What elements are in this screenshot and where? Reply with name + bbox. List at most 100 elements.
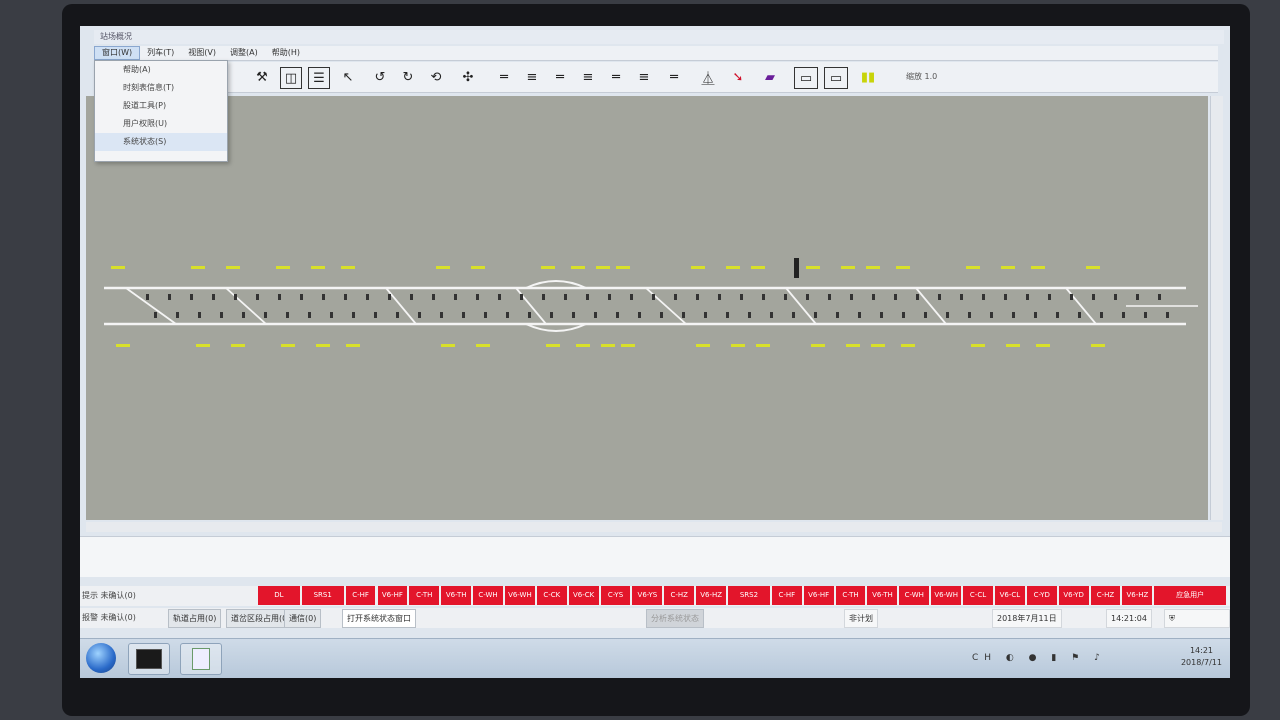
platform-marker-bottom	[621, 344, 635, 347]
alarm-indicator[interactable]: V6-YD	[1058, 586, 1089, 605]
track-layout-canvas[interactable]	[86, 96, 1208, 520]
signal-mark	[1004, 294, 1007, 300]
app-file-icon[interactable]	[180, 643, 222, 675]
alarm-indicator[interactable]: C-HF	[345, 586, 376, 605]
analyze-status-button[interactable]: 分析系统状态	[646, 609, 704, 628]
signal-mark	[784, 294, 787, 300]
track-5-icon[interactable]: ═	[606, 67, 626, 87]
menu-help[interactable]: 帮助(H)	[265, 46, 307, 60]
platform-marker-bottom	[441, 344, 455, 347]
menu-window[interactable]: 窗口(W)	[94, 46, 141, 60]
signal-mark	[608, 294, 611, 300]
platform-marker-top	[726, 266, 740, 269]
route-a-icon[interactable]: ↺	[370, 67, 390, 87]
platform-marker-top	[896, 266, 910, 269]
communication-button[interactable]: 通信(0)	[284, 609, 322, 628]
signal-mark	[366, 294, 369, 300]
alarm-indicator[interactable]: V6-TH	[441, 586, 472, 605]
dropdown-item-system-status[interactable]: 系统状态(S)	[95, 133, 227, 151]
route-b-icon[interactable]: ↻	[398, 67, 418, 87]
alarm-indicator[interactable]: C-HZ	[664, 586, 695, 605]
signal-mark	[990, 312, 993, 318]
signal-mark	[1092, 294, 1095, 300]
alarm-indicator[interactable]: V6-HF	[377, 586, 408, 605]
alarm-indicator[interactable]: V6-TH	[867, 586, 898, 605]
signal-mark	[902, 312, 905, 318]
panel-stack-icon[interactable]: ☰	[308, 67, 330, 89]
alarm-indicator[interactable]: C-YD	[1026, 586, 1057, 605]
tray-clock[interactable]: 14:21 2018/7/11	[1181, 645, 1222, 669]
alarm-indicator[interactable]: C-TH	[835, 586, 866, 605]
horizontal-scrollbar[interactable]	[86, 522, 1222, 532]
signal-mark	[146, 294, 149, 300]
menu-adjust[interactable]: 调整(A)	[223, 46, 265, 60]
platform-marker-top	[471, 266, 485, 269]
signal-post	[794, 258, 799, 278]
alarm-indicator[interactable]: C-HZ	[1090, 586, 1121, 605]
vertical-scrollbar[interactable]	[1210, 96, 1223, 520]
signal-mark	[286, 312, 289, 318]
alarm-indicator[interactable]: V6-YS	[632, 586, 663, 605]
signal-mark	[916, 294, 919, 300]
alarm-indicator[interactable]: SRS1	[301, 586, 344, 605]
alarm-indicator[interactable]: C-CK	[536, 586, 567, 605]
alarm-indicator[interactable]: C-TH	[409, 586, 440, 605]
signal-mark	[212, 294, 215, 300]
track-6-icon[interactable]: ≡	[634, 67, 654, 87]
signal-mark	[1070, 294, 1073, 300]
alarm-indicator[interactable]: 应急用户	[1154, 586, 1226, 605]
signal-mark	[396, 312, 399, 318]
language-indicator[interactable]: CH	[972, 653, 997, 663]
alarm-indicator[interactable]: C-CL	[963, 586, 993, 605]
alarm-indicator[interactable]: V6-WH	[504, 586, 535, 605]
alarm-indicator[interactable]: C-WH	[473, 586, 503, 605]
wrench-icon[interactable]: ⚒	[252, 67, 272, 87]
box-2-icon[interactable]: ▭	[824, 67, 848, 89]
alarm-indicator[interactable]: V6-HF	[803, 586, 834, 605]
dropdown-item-user-rights[interactable]: 用户权限(U)	[95, 115, 227, 133]
alarm-indicator[interactable]: V6-CL	[994, 586, 1025, 605]
yellow-bars-icon[interactable]: ▮▮	[858, 67, 878, 87]
tray-icons[interactable]: CH ◐ ● ▮ ⚑ ♪	[972, 653, 1106, 663]
route-c-icon[interactable]: ⟲	[426, 67, 446, 87]
signal-icon[interactable]: ⏅	[698, 67, 718, 87]
signal-mark	[1048, 294, 1051, 300]
track-7-icon[interactable]: ═	[664, 67, 684, 87]
box-1-icon[interactable]: ▭	[794, 67, 818, 89]
menu-view[interactable]: 视图(V)	[181, 46, 223, 60]
signal-mark	[674, 294, 677, 300]
signal-mark	[660, 312, 663, 318]
menu-train[interactable]: 列车(T)	[140, 46, 181, 60]
signal-mark	[594, 312, 597, 318]
dropdown-item-timetable[interactable]: 时刻表信息(T)	[95, 79, 227, 97]
track-1-icon[interactable]: ═	[494, 67, 514, 87]
dropdown-item-help[interactable]: 帮助(A)	[95, 61, 227, 79]
app-window-icon[interactable]	[128, 643, 170, 675]
signal-mark	[630, 294, 633, 300]
dropdown-item-track-tools[interactable]: 股道工具(P)	[95, 97, 227, 115]
purple-flag-icon[interactable]: ▰	[760, 67, 780, 87]
alarm-indicator[interactable]: SRS2	[728, 586, 770, 605]
move-icon[interactable]: ✣	[458, 67, 478, 87]
mode-label: 非计划	[844, 609, 878, 628]
track-3-icon[interactable]: ═	[550, 67, 570, 87]
platform-marker-top	[541, 266, 555, 269]
track-occupied-button[interactable]: 轨道占用(0)	[168, 609, 222, 628]
alarm-indicator[interactable]: C-YS	[600, 586, 631, 605]
alarm-indicator[interactable]: V6-HZ	[1122, 586, 1153, 605]
alarm-indicator[interactable]: V6-WH	[931, 586, 962, 605]
alarm-indicator[interactable]: DL	[258, 586, 300, 605]
alarm-indicator[interactable]: V6-HZ	[696, 586, 727, 605]
track-4-icon[interactable]: ≡	[578, 67, 598, 87]
alarm-indicator[interactable]: C-HF	[771, 586, 802, 605]
platform-marker-bottom	[731, 344, 745, 347]
red-arrow-icon[interactable]: ➘	[728, 67, 748, 87]
panel-split-icon[interactable]: ◫	[280, 67, 302, 89]
track-2-icon[interactable]: ≡	[522, 67, 542, 87]
alarm-indicator[interactable]: C-WH	[899, 586, 930, 605]
alarm-indicator[interactable]: V6-CK	[568, 586, 599, 605]
crossover-track	[125, 287, 177, 325]
start-button[interactable]	[86, 643, 116, 673]
date-label: 2018年7月11日	[992, 609, 1062, 628]
pointer-icon[interactable]: ↖	[338, 67, 358, 87]
